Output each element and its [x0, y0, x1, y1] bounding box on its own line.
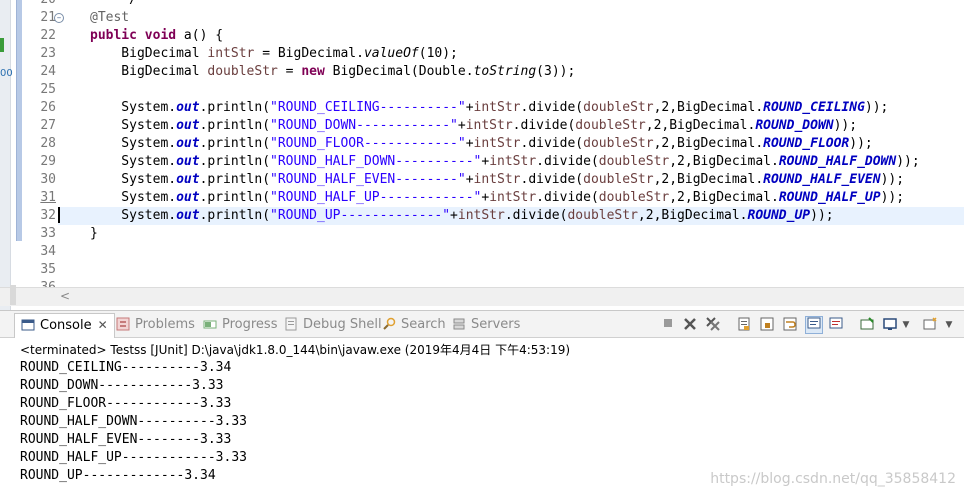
line-number: 23: [40, 46, 56, 61]
left-side-strip: 00: [0, 0, 13, 310]
console-output-line: ROUND_FLOOR------------3.33: [20, 396, 232, 411]
line-number: 28: [40, 136, 56, 151]
console-output-line: ROUND_UP-------------3.34: [20, 468, 216, 483]
code-editor[interactable]: 00 2021−222324252627282930313233343536 *…: [0, 0, 964, 310]
problems-icon: [116, 317, 130, 331]
display-console-icon: [883, 318, 897, 335]
tab-label: Problems: [135, 317, 195, 332]
view-tab-bar: Console ✕ Problems Progress Debug Shell S…: [0, 311, 964, 338]
clear-console-button[interactable]: [736, 317, 752, 333]
vertical-scroll-thumb[interactable]: [10, 285, 16, 305]
remove-launch-icon: [683, 318, 697, 335]
console-output-line: ROUND_HALF_EVEN--------3.33: [20, 432, 232, 447]
open-console-button[interactable]: [922, 317, 938, 333]
code-line[interactable]: [58, 81, 964, 99]
code-line[interactable]: System.out.println("ROUND_CEILING-------…: [58, 99, 964, 117]
code-line[interactable]: BigDecimal intStr = BigDecimal.valueOf(1…: [58, 45, 964, 63]
dropdown-icon: ▼: [945, 320, 953, 330]
line-number-gutter: 2021−222324252627282930313233343536: [22, 0, 64, 297]
line-number: 31: [40, 190, 56, 205]
pin-console-button[interactable]: [859, 317, 875, 333]
line-number: 27: [40, 118, 56, 133]
search-icon: [382, 317, 396, 331]
code-line[interactable]: System.out.println("ROUND_HALF_UP-------…: [58, 189, 964, 207]
tab-label: Servers: [471, 317, 521, 332]
code-line[interactable]: [58, 243, 964, 261]
word-wrap-icon: [783, 317, 797, 335]
display-console-dropdown[interactable]: ▼: [901, 317, 911, 333]
tab-progress[interactable]: Progress: [203, 315, 277, 335]
tab-console[interactable]: Console ✕: [14, 313, 115, 338]
close-icon[interactable]: ✕: [98, 318, 108, 332]
show-stdout-icon: [807, 317, 821, 335]
code-line[interactable]: */: [58, 0, 964, 9]
scroll-left-arrow-icon[interactable]: <: [60, 289, 70, 303]
scroll-lock-icon: [760, 317, 774, 335]
tab-servers[interactable]: Servers: [452, 315, 520, 335]
code-line[interactable]: System.out.println("ROUND_HALF_EVEN-----…: [58, 171, 964, 189]
line-number: 26: [40, 100, 56, 115]
text-caret: [58, 207, 60, 223]
code-line[interactable]: System.out.println("ROUND_DOWN----------…: [58, 117, 964, 135]
watermark-text: https://blog.csdn.net/qq_35858412: [710, 471, 956, 487]
horizontal-scrollbar[interactable]: <: [0, 285, 964, 306]
terminated-status-line: <terminated> Testss [JUnit] D:\java\jdk1…: [20, 343, 571, 357]
display-console-button[interactable]: [882, 317, 898, 333]
show-stderr-button[interactable]: [828, 317, 844, 333]
line-number: 32: [40, 208, 56, 223]
console-output[interactable]: ROUND_CEILING----------3.34 ROUND_DOWN---…: [20, 359, 247, 485]
code-line[interactable]: System.out.println("ROUND_HALF_DOWN-----…: [58, 153, 964, 171]
change-marker: [0, 38, 4, 52]
tab-debug-shell[interactable]: Debug Shell: [284, 315, 382, 335]
line-number: 29: [40, 154, 56, 169]
code-line[interactable]: System.out.println("ROUND_UP------------…: [58, 207, 964, 225]
console-output-line: ROUND_DOWN------------3.33: [20, 378, 224, 393]
code-line[interactable]: BigDecimal doubleStr = new BigDecimal(Do…: [58, 63, 964, 81]
debug-shell-icon: [284, 317, 298, 331]
word-wrap-button[interactable]: [782, 317, 798, 333]
line-number: 22: [40, 28, 56, 43]
tab-label: Console: [40, 318, 92, 333]
line-number: 24: [40, 64, 56, 79]
show-stdout-button[interactable]: [805, 316, 823, 334]
line-number: 33: [40, 226, 56, 241]
tab-label: Search: [401, 317, 446, 332]
remove-launch-button[interactable]: [682, 317, 698, 333]
servers-icon: [452, 317, 466, 331]
progress-icon: [203, 317, 217, 331]
terminate-icon: [662, 318, 674, 333]
console-icon: [21, 318, 35, 332]
code-line[interactable]: [58, 261, 964, 279]
pin-console-icon: [860, 317, 874, 335]
code-line[interactable]: System.out.println("ROUND_FLOOR---------…: [58, 135, 964, 153]
code-line[interactable]: @Test: [58, 9, 964, 27]
left-strip-text: 00: [0, 68, 13, 79]
open-console-dropdown[interactable]: ▼: [944, 317, 954, 333]
line-number: 21−: [22, 9, 64, 27]
tab-search[interactable]: Search: [382, 315, 446, 335]
console-output-line: ROUND_CEILING----------3.34: [20, 360, 232, 375]
console-output-line: ROUND_HALF_DOWN----------3.33: [20, 414, 247, 429]
show-stderr-icon: [829, 317, 843, 335]
line-number: 20: [22, 0, 62, 9]
line-number: 35: [40, 262, 56, 277]
line-number: 34: [40, 244, 56, 259]
console-view: Console ✕ Problems Progress Debug Shell S…: [0, 310, 964, 495]
line-number: 30: [40, 172, 56, 187]
code-area[interactable]: */@Testpublic void a() { BigDecimal intS…: [58, 0, 964, 297]
terminate-button[interactable]: [660, 317, 676, 333]
dropdown-icon: ▼: [902, 320, 910, 330]
remove-all-terminated-button[interactable]: [705, 317, 721, 333]
code-line[interactable]: public void a() {: [58, 27, 964, 45]
tab-label: Progress: [222, 317, 278, 332]
line-number: 25: [40, 82, 56, 97]
scroll-lock-button[interactable]: [759, 317, 775, 333]
clear-console-icon: [737, 317, 751, 335]
tab-problems[interactable]: Problems: [116, 315, 195, 335]
tab-label: Debug Shell: [303, 317, 382, 332]
open-console-icon: [923, 317, 937, 335]
code-line[interactable]: }: [58, 225, 964, 243]
remove-all-icon: [706, 317, 720, 335]
console-output-line: ROUND_HALF_UP------------3.33: [20, 450, 247, 465]
